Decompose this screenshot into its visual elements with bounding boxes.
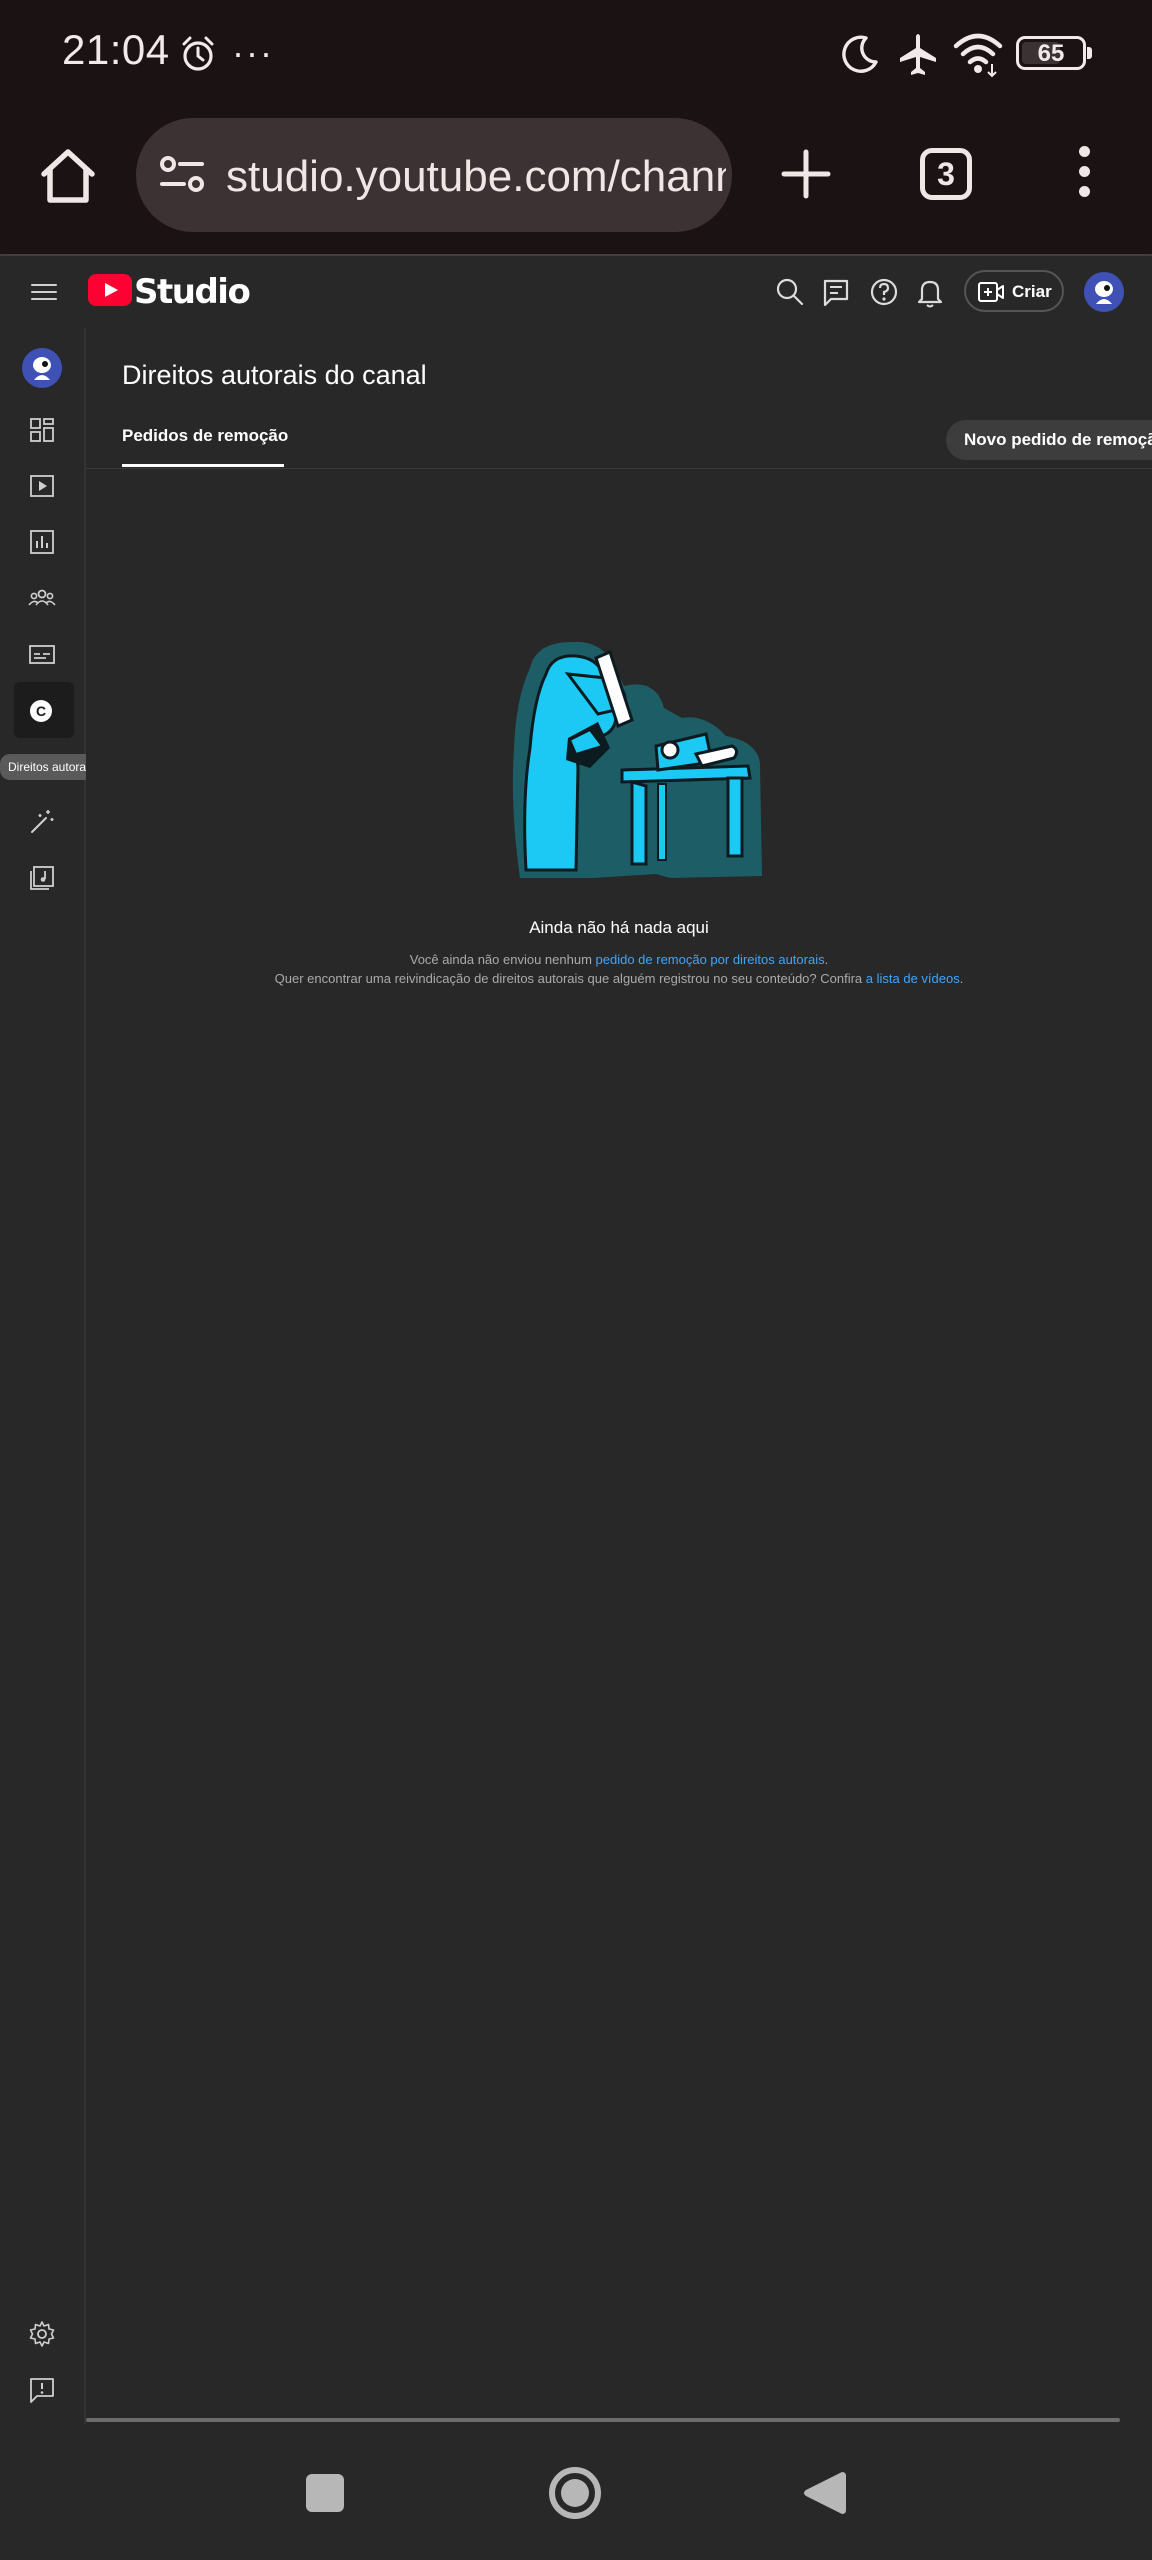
wifi-icon — [953, 33, 1003, 78]
battery-icon: 65 — [1016, 36, 1092, 70]
tabs-icon[interactable]: 3 — [920, 148, 972, 200]
avatar — [22, 348, 62, 388]
line1-text: Você ainda não enviou nenhum — [409, 952, 596, 967]
bell-icon[interactable] — [912, 274, 948, 310]
line2-text: Quer encontrar uma reivindicação de dire… — [274, 971, 866, 986]
studio-logo-text[interactable]: Studio — [134, 272, 251, 312]
create-button[interactable]: Criar — [964, 270, 1064, 312]
search-icon[interactable] — [772, 274, 808, 310]
more-vertical-icon[interactable] — [1070, 146, 1098, 206]
create-video-icon — [978, 282, 1004, 302]
avatar-image — [1084, 272, 1124, 312]
recent-apps-icon[interactable] — [306, 2474, 344, 2512]
new-tab-icon[interactable] — [776, 144, 836, 204]
url-text[interactable]: studio.youtube.com/channel — [226, 152, 726, 202]
status-time: 21:04 — [62, 26, 170, 73]
dashboard-icon[interactable] — [26, 414, 58, 446]
status-bar: 21:04 ··· 65 — [0, 0, 1152, 110]
empty-state-line-1: Você ainda não enviou nenhum pedido de r… — [86, 952, 1152, 967]
channel-avatar[interactable] — [22, 348, 62, 388]
menu-icon[interactable] — [28, 278, 60, 306]
line1-suffix: . — [824, 952, 829, 967]
horizontal-scrollbar[interactable] — [86, 2418, 1120, 2422]
browser-toolbar: studio.youtube.com/channel 3 — [0, 110, 1152, 256]
video-list-link[interactable]: a lista de vídeos — [866, 971, 960, 986]
main-content: Direitos autorais do canal Pedidos de re… — [86, 328, 1152, 2424]
android-navigation-bar — [0, 2424, 1152, 2560]
back-icon[interactable] — [802, 2468, 846, 2518]
tab-underline — [122, 464, 284, 467]
page-title: Direitos autorais do canal — [122, 360, 427, 390]
battery-percent: 65 — [1037, 40, 1065, 67]
empty-state-title: Ainda não há nada aqui — [529, 918, 709, 937]
settings-icon[interactable] — [26, 2318, 58, 2350]
analytics-icon[interactable] — [26, 526, 58, 558]
removal-request-link[interactable]: pedido de remoção por direitos autorais — [596, 952, 825, 967]
copyright-icon[interactable]: C — [30, 700, 52, 722]
subtitles-icon[interactable] — [26, 638, 58, 670]
send-feedback-icon[interactable] — [26, 2374, 58, 2406]
site-settings-icon[interactable] — [158, 152, 208, 198]
content-icon[interactable] — [26, 470, 58, 502]
status-more-icon: ··· — [232, 32, 274, 73]
studio-header: Studio Criar — [0, 256, 1152, 328]
home-icon[interactable] — [36, 144, 100, 208]
help-icon[interactable] — [866, 274, 902, 310]
new-removal-request-button[interactable]: Novo pedido de remoção — [946, 420, 1152, 460]
line2-suffix: . — [959, 971, 964, 986]
studio-sidebar: C Direitos autorais — [0, 328, 103, 2424]
create-button-label: Criar — [1012, 282, 1052, 301]
tab-removal-requests[interactable]: Pedidos de remoção — [122, 426, 288, 446]
airplane-icon — [900, 34, 936, 75]
moon-icon — [842, 35, 878, 73]
feedback-icon[interactable] — [818, 274, 854, 310]
empty-state-illustration — [512, 641, 762, 878]
customization-icon[interactable] — [26, 806, 58, 838]
audio-library-icon[interactable] — [26, 862, 58, 894]
alarm-icon — [182, 36, 214, 71]
youtube-logo-icon[interactable] — [88, 274, 132, 306]
community-icon[interactable] — [26, 582, 58, 614]
address-bar[interactable]: studio.youtube.com/channel — [136, 118, 732, 232]
home-button-icon[interactable] — [548, 2466, 602, 2520]
empty-state-line-2: Quer encontrar uma reivindicação de dire… — [86, 971, 1152, 986]
avatar[interactable] — [1084, 272, 1124, 312]
tab-divider — [86, 468, 1152, 469]
